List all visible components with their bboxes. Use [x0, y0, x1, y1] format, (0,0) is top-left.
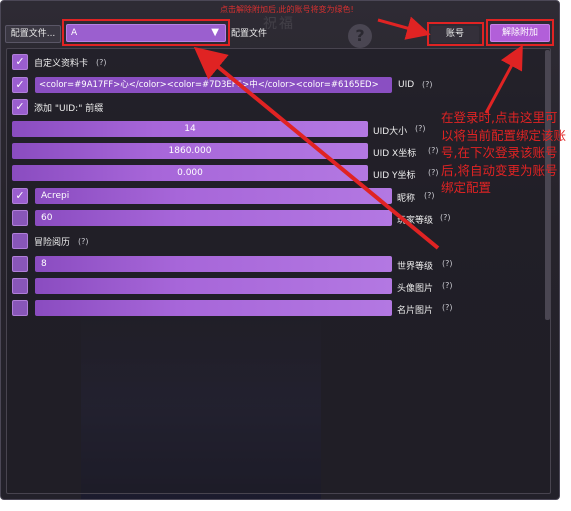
uid-size-label: UID大小 [373, 127, 408, 137]
card-image-checkbox[interactable]: ✓ [12, 300, 28, 316]
help-icon[interactable]: (?) [428, 146, 439, 155]
nickname-checkbox[interactable]: ✓ [12, 188, 28, 204]
card-image-label: 名片图片 [397, 306, 434, 316]
avatar-image-label: 头像图片 [397, 284, 434, 294]
uid-row: ✓ [12, 77, 28, 93]
world-level-checkbox[interactable]: ✓ [12, 256, 28, 272]
custom-card-row: ✓ 自定义资料卡 (?) [12, 54, 107, 70]
profile-label: 配置文件 [231, 29, 268, 39]
help-icon[interactable]: (?) [424, 191, 435, 200]
custom-card-label: 自定义资料卡 [34, 58, 89, 69]
custom-card-checkbox[interactable]: ✓ [12, 54, 28, 70]
uid-label: UID [398, 80, 415, 90]
help-icon[interactable]: (?) [442, 303, 453, 312]
background-help-icon: ? [348, 24, 372, 48]
uid-y-slider[interactable]: 0.000 [12, 165, 368, 181]
uid-x-slider[interactable]: 1860.000 [12, 143, 368, 159]
help-icon[interactable]: (?) [415, 124, 426, 133]
nickname-row: ✓ [12, 188, 28, 204]
uid-prefix-label: 添加 "UID:" 前缀 [34, 103, 104, 114]
card-image-row: ✓ [12, 300, 28, 316]
avatar-image-row: ✓ [12, 278, 28, 294]
nickname-label: 昵称 [397, 194, 416, 204]
player-level-row: ✓ [12, 210, 28, 226]
top-note: 点击解除附加后,此的账号将变为绿色! [220, 5, 354, 14]
player-level-checkbox[interactable]: ✓ [12, 210, 28, 226]
profile-select[interactable]: A ▼ [66, 24, 226, 42]
world-level-label: 世界等级 [397, 262, 434, 272]
world-level-row: ✓ [12, 256, 28, 272]
player-level-input[interactable]: 60 [35, 210, 392, 226]
help-icon[interactable]: (?) [96, 58, 107, 67]
unbind-button[interactable]: 解除附加 [490, 24, 550, 42]
adventure-row: ✓ 冒险阅历 (?) [12, 233, 89, 249]
help-icon[interactable]: (?) [422, 80, 433, 89]
uid-y-label: UID Y坐标 [373, 171, 416, 181]
adventure-checkbox[interactable]: ✓ [12, 233, 28, 249]
help-icon[interactable]: (?) [440, 213, 451, 222]
account-button[interactable]: 账号 [431, 26, 479, 43]
help-icon[interactable]: (?) [442, 259, 453, 268]
uid-x-label: UID X坐标 [373, 149, 417, 159]
uid-prefix-checkbox[interactable]: ✓ [12, 99, 28, 115]
background-watermark: 祝福 [263, 16, 295, 32]
profile-file-button[interactable]: 配置文件... [5, 25, 61, 43]
adventure-label: 冒险阅历 [34, 237, 71, 248]
nickname-input[interactable]: Acrepi [35, 188, 392, 204]
profile-select-value: A [71, 28, 78, 38]
avatar-image-checkbox[interactable]: ✓ [12, 278, 28, 294]
help-icon[interactable]: (?) [442, 281, 453, 290]
uid-checkbox[interactable]: ✓ [12, 77, 28, 93]
card-image-input[interactable] [35, 300, 392, 316]
uid-size-slider[interactable]: 14 [12, 121, 368, 137]
help-icon[interactable]: (?) [78, 237, 89, 246]
world-level-input[interactable]: 8 [35, 256, 392, 272]
uid-prefix-row: ✓ 添加 "UID:" 前缀 [12, 99, 103, 115]
chevron-down-icon: ▼ [211, 27, 219, 38]
help-icon[interactable]: (?) [428, 168, 439, 177]
uid-input[interactable]: <color=#9A17FF>心</color><color=#7D3EF6>中… [35, 77, 392, 93]
avatar-image-input[interactable] [35, 278, 392, 294]
player-level-label: 玩家等级 [397, 216, 434, 226]
annotation-text: 在登录时,点击这里可以将当前配置绑定该账号,在下次登录该账号后,将自动变更为账号… [441, 110, 567, 195]
